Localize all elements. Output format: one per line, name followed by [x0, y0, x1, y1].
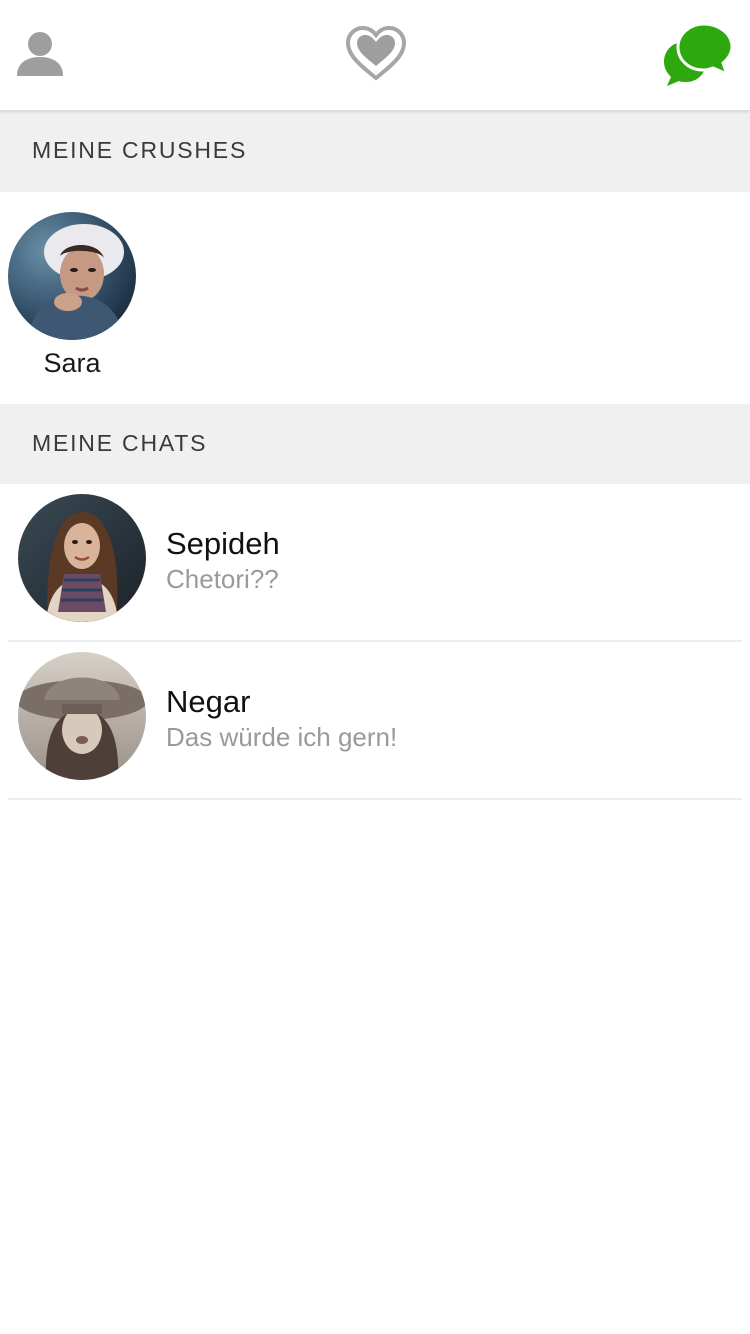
person-icon	[17, 32, 63, 76]
avatar	[8, 212, 136, 340]
profile-button[interactable]	[14, 28, 66, 80]
app-logo	[344, 24, 408, 82]
top-bar	[0, 0, 750, 110]
crushes-section-title: MEINE CRUSHES	[32, 137, 248, 163]
chat-name: Sepideh	[166, 526, 280, 561]
chat-name: Negar	[166, 684, 251, 719]
chats-button[interactable]	[662, 20, 734, 92]
chat-last-message: Chetori??	[166, 564, 279, 594]
avatar	[18, 494, 146, 622]
crush-name: Sara	[43, 348, 101, 378]
chats-section-title: MEINE CHATS	[32, 430, 208, 456]
chat-bubbles-icon	[664, 22, 734, 86]
chat-row[interactable]: Sepideh Chetori??	[0, 484, 750, 642]
chat-last-message: Das würde ich gern!	[166, 722, 398, 752]
divider	[8, 798, 742, 800]
chat-row[interactable]: Negar Das würde ich gern!	[0, 642, 750, 800]
crushes-section-header: MEINE CRUSHES	[0, 110, 750, 192]
chats-section-header: MEINE CHATS	[0, 404, 750, 484]
avatar	[18, 652, 146, 780]
double-heart-icon	[345, 25, 407, 81]
